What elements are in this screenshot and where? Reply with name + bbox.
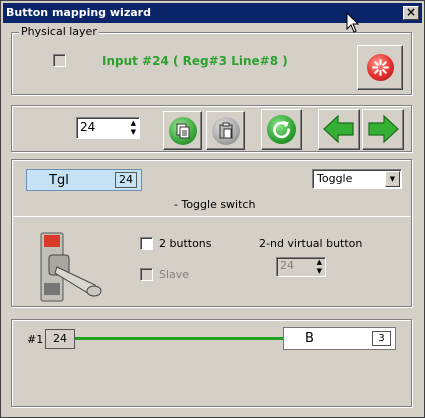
tgl-mode-box[interactable]: Tgl 24 (26, 169, 142, 191)
two-buttons-checkbox[interactable] (140, 237, 153, 250)
divider (12, 216, 411, 217)
virtual-input-number[interactable]: 24 (45, 329, 75, 349)
stop-icon (367, 54, 394, 81)
spin-down-icon[interactable]: ▼ (131, 129, 136, 136)
copy-button[interactable] (163, 111, 202, 150)
toggle-switch-icon (40, 232, 102, 302)
tgl-label: Tgl (49, 173, 69, 188)
input-status-text: Input #24 ( Reg#3 Line#8 ) (102, 54, 288, 68)
virtual-index: #1 (27, 333, 44, 346)
close-button[interactable]: × (403, 6, 419, 20)
virtual-button-label: B (305, 331, 314, 346)
copy-icon (169, 117, 197, 145)
slave-label: Slave (159, 268, 190, 281)
two-buttons-label: 2 buttons (159, 237, 212, 250)
mode-selected-value: Toggle (317, 172, 353, 185)
previous-button[interactable] (318, 109, 360, 150)
next-button[interactable] (362, 109, 404, 150)
spin-down-icon[interactable]: ▼ (317, 268, 322, 275)
arrow-left-icon (323, 114, 354, 144)
virtual-button-number: 3 (372, 331, 391, 346)
link-line (75, 337, 283, 340)
paste-icon (212, 117, 240, 145)
paste-button[interactable] (206, 111, 245, 150)
second-vbutton-spinner[interactable]: 24 ▲ ▼ (276, 257, 326, 277)
second-vbutton-value: 24 (280, 259, 294, 272)
second-vbutton-label: 2-nd virtual button (259, 237, 363, 250)
close-icon: × (405, 5, 417, 19)
virtual-button-box[interactable]: B 3 (283, 327, 396, 350)
mouse-cursor-icon (346, 12, 360, 33)
tgl-number: 24 (115, 172, 137, 188)
stop-button[interactable] (357, 45, 403, 90)
slave-checkbox[interactable] (140, 268, 153, 281)
input-number-value: 24 (80, 120, 96, 134)
spin-up-icon[interactable]: ▲ (131, 120, 136, 127)
refresh-icon (267, 115, 296, 144)
input-number-spinner[interactable]: 24 ▲ ▼ (76, 117, 140, 139)
wizard-window: Button mapping wizard × Physical layer I… (0, 0, 425, 418)
window-title: Button mapping wizard (6, 6, 151, 19)
dropdown-arrow-icon[interactable]: ▼ (385, 171, 400, 187)
mode-description: - Toggle switch (174, 198, 256, 211)
refresh-button[interactable] (261, 109, 302, 150)
arrow-right-icon (368, 114, 399, 144)
mode-select[interactable]: Toggle ▼ (312, 169, 402, 189)
spin-up-icon[interactable]: ▲ (317, 259, 322, 266)
physical-layer-legend: Physical layer (19, 25, 99, 38)
physical-checkbox (53, 54, 66, 67)
